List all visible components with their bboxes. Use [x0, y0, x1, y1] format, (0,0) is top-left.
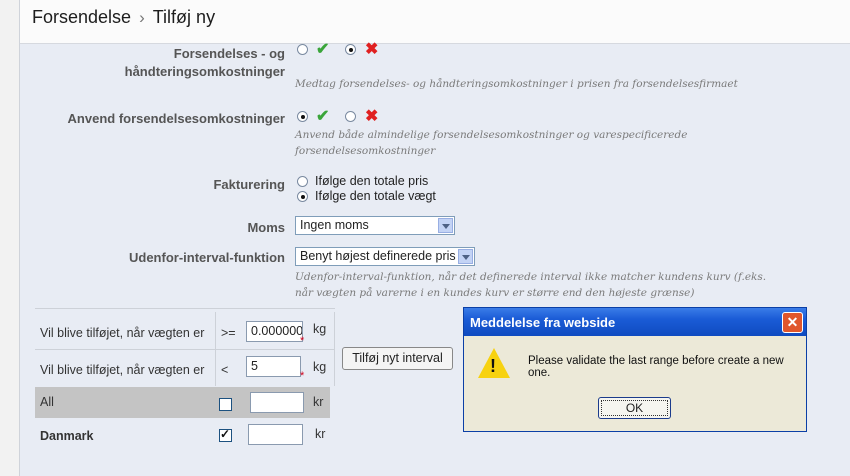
chevron-down-icon: [458, 249, 473, 264]
chevron-down-icon: [438, 218, 453, 233]
zone-all-checkbox[interactable]: [219, 398, 232, 411]
apply-shipping-no-radio[interactable]: [345, 111, 356, 122]
range-from-operator: >=: [221, 326, 236, 340]
tax-label: Moms: [247, 220, 285, 235]
range-from-unit: kg: [313, 322, 327, 336]
apply-shipping-label: Anvend forsendelsesomkostninger: [67, 111, 285, 126]
hint-line2: når vægten på varerne i en kundes kurv e…: [295, 287, 695, 299]
dialog-ok-button[interactable]: OK: [598, 397, 671, 419]
range-to-unit: kg: [313, 360, 327, 374]
shipping-handling-yes-radio[interactable]: [297, 44, 308, 55]
dialog-title: Meddelelse fra webside: [464, 308, 806, 336]
hint-line1: Udenfor-interval-funktion, når det defin…: [295, 271, 767, 283]
range-from-input[interactable]: 0.000000: [246, 321, 303, 342]
out-of-range-hint: Udenfor-interval-funktion, når det defin…: [295, 269, 766, 301]
left-panel-edge: [0, 0, 20, 476]
shipping-handling-label: Forsendelses - og håndteringsomkostninge…: [60, 46, 285, 79]
close-icon[interactable]: ✕: [782, 312, 803, 333]
apply-shipping-hint: Anvend både almindelige forsendelsesomko…: [295, 127, 687, 159]
billing-by-price-label: Ifølge den totale pris: [315, 174, 429, 188]
billing-by-weight-radio[interactable]: [297, 191, 308, 202]
range-to-label: Vil blive tilføjet, når vægten er: [40, 363, 205, 377]
zone-all-price-input[interactable]: [250, 392, 304, 413]
cross-icon: ✖: [365, 41, 379, 58]
cross-icon: ✖: [365, 108, 379, 125]
warning-mark: !: [490, 356, 496, 376]
billing-by-price-radio[interactable]: [297, 176, 308, 187]
check-icon: ✔: [316, 41, 330, 58]
range-divider: [35, 349, 335, 350]
breadcrumb-section[interactable]: Forsendelse: [32, 7, 131, 27]
zone-all-unit: kr: [313, 395, 324, 409]
zone-all-label: All: [40, 395, 54, 409]
dialog-message: Please validate the last range before cr…: [528, 355, 784, 379]
hint-line1: Anvend både almindelige forsendelsesomko…: [295, 129, 688, 141]
apply-shipping-yes-radio[interactable]: [297, 111, 308, 122]
range-divider: [35, 308, 335, 309]
alert-dialog: Meddelelse fra webside ✕ ! Please valida…: [463, 307, 807, 432]
zone-danmark-label: Danmark: [40, 429, 94, 443]
label-line1: Forsendelses - og: [173, 46, 285, 61]
tax-select[interactable]: Ingen moms: [295, 216, 455, 235]
required-marker: *: [300, 370, 305, 382]
range-to-input[interactable]: 5: [246, 356, 301, 377]
breadcrumb-current: Tilføj ny: [152, 7, 216, 27]
chevron-right-icon: ›: [139, 8, 145, 27]
range-to-operator: <: [221, 363, 229, 377]
out-of-range-select[interactable]: Benyt højest definerede pris: [295, 247, 475, 266]
range-from-label: Vil blive tilføjet, når vægten er: [40, 326, 205, 340]
shipping-handling-hint: Medtag forsendelses- og håndteringsomkos…: [295, 78, 738, 90]
zone-danmark-unit: kr: [315, 427, 326, 441]
breadcrumb: Forsendelse › Tilføj ny: [32, 7, 215, 28]
label-line2: håndteringsomkostninger: [124, 64, 285, 79]
required-marker: *: [300, 335, 305, 347]
zone-danmark-checkbox[interactable]: [219, 427, 232, 442]
tax-select-value: Ingen moms: [300, 218, 369, 232]
out-of-range-label: Udenfor-interval-funktion: [129, 250, 285, 265]
hint-line2: forsendelsesomkostninger: [295, 145, 436, 157]
zone-danmark-price-input[interactable]: [248, 424, 303, 445]
page-header: Forsendelse › Tilføj ny: [20, 0, 850, 44]
billing-by-weight-label: Ifølge den totale vægt: [315, 189, 436, 203]
add-interval-button[interactable]: Tilføj nyt interval: [342, 347, 453, 370]
shipping-handling-no-radio[interactable]: [345, 44, 356, 55]
check-icon: ✔: [316, 108, 330, 125]
out-of-range-select-value: Benyt højest definerede pris: [300, 249, 456, 263]
billing-label: Fakturering: [213, 177, 285, 192]
